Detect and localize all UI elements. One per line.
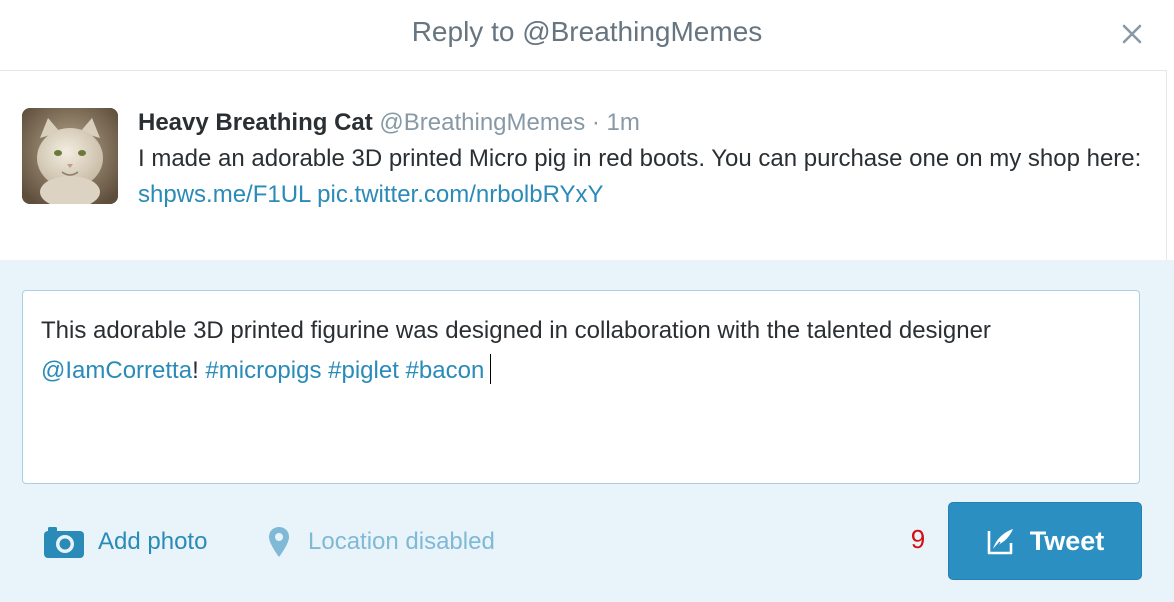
- tweet-button[interactable]: Tweet: [948, 502, 1142, 580]
- author-handle[interactable]: @BreathingMemes: [379, 109, 585, 136]
- close-icon: [1122, 24, 1142, 44]
- reply-text-part-2: !: [192, 357, 206, 384]
- tweet-button-label: Tweet: [1029, 525, 1105, 556]
- author-name[interactable]: Heavy Breathing Cat: [138, 109, 373, 136]
- original-tweet: Heavy Breathing Cat @BreathingMemes · 1m…: [0, 71, 1166, 260]
- compose-quill-icon: [987, 529, 1013, 555]
- add-photo-label: Add photo: [98, 528, 208, 555]
- tweet-time[interactable]: 1m: [607, 109, 640, 136]
- tweet-text-body: I made an adorable 3D printed Micro pig …: [138, 145, 1142, 172]
- cat-avatar: [22, 108, 118, 204]
- tweet-body: Heavy Breathing Cat @BreathingMemes · 1m…: [138, 105, 1158, 213]
- mention-link[interactable]: @IamCorretta: [41, 357, 192, 384]
- tweet-link-shop[interactable]: shpws.me/F1UL: [138, 181, 311, 208]
- camera-icon: [44, 527, 84, 558]
- text-caret: [490, 354, 492, 384]
- character-counter: 9: [910, 524, 926, 554]
- separator: ·: [591, 109, 600, 136]
- avatar[interactable]: [22, 108, 118, 204]
- tweet-header: Heavy Breathing Cat @BreathingMemes · 1m: [138, 105, 1158, 141]
- hashtag-bacon[interactable]: #bacon: [406, 357, 485, 384]
- hashtag-piglet[interactable]: #piglet: [328, 357, 399, 384]
- scrollbar[interactable]: [1166, 70, 1174, 260]
- add-photo-button[interactable]: Add photo: [44, 522, 207, 562]
- location-label: Location disabled: [308, 528, 495, 555]
- reply-textarea[interactable]: This adorable 3D printed figurine was de…: [22, 290, 1140, 484]
- close-button[interactable]: [1118, 14, 1146, 50]
- reply-compose-area: This adorable 3D printed figurine was de…: [0, 260, 1174, 602]
- location-button[interactable]: Location disabled: [268, 522, 495, 562]
- dialog-header: Reply to @BreathingMemes: [0, 0, 1174, 71]
- reply-text[interactable]: This adorable 3D printed figurine was de…: [41, 311, 1121, 391]
- hashtag-micropigs[interactable]: #micropigs: [205, 357, 321, 384]
- tweet-text: I made an adorable 3D printed Micro pig …: [138, 141, 1158, 213]
- dialog-title: Reply to @BreathingMemes: [411, 16, 763, 47]
- reply-text-part-1: This adorable 3D printed figurine was de…: [41, 317, 991, 344]
- tweet-link-pic[interactable]: pic.twitter.com/nrbolbRYxY: [317, 181, 603, 208]
- location-pin-icon: [269, 527, 289, 557]
